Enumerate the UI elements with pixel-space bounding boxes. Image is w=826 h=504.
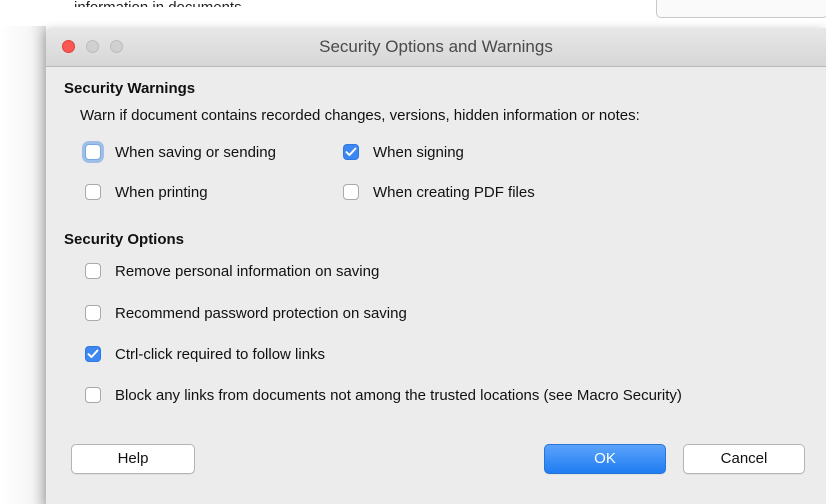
option-label: Block any links from documents not among… bbox=[115, 386, 682, 404]
background-button bbox=[656, 0, 826, 18]
checkbox-ctrl-click-links[interactable] bbox=[85, 346, 101, 362]
option-label: When signing bbox=[373, 143, 464, 161]
option-label: When creating PDF files bbox=[373, 183, 535, 201]
title-bar: Security Options and Warnings bbox=[46, 28, 826, 67]
option-when-creating-pdf-files[interactable]: When creating PDF files bbox=[343, 180, 535, 204]
dialog-title: Security Options and Warnings bbox=[319, 37, 553, 56]
security-options-dialog: Security Options and Warnings Security W… bbox=[46, 28, 826, 504]
background-window-edge bbox=[0, 26, 46, 504]
background-window: information in documents. bbox=[0, 0, 826, 26]
checkbox-recommend-password-protection[interactable] bbox=[85, 305, 101, 321]
option-label: Ctrl-click required to follow links bbox=[115, 345, 326, 363]
warnings-description: Warn if document contains recorded chang… bbox=[80, 107, 640, 124]
option-when-saving-or-sending[interactable]: When saving or sending bbox=[85, 140, 276, 164]
checkbox-remove-personal-information[interactable] bbox=[85, 263, 101, 279]
security-warnings-heading: Security Warnings bbox=[64, 80, 196, 97]
option-label: When printing bbox=[115, 183, 208, 201]
ok-button[interactable]: OK bbox=[544, 444, 666, 474]
option-recommend-password-protection[interactable]: Recommend password protection on saving bbox=[85, 301, 407, 325]
option-label: Recommend password protection on saving bbox=[115, 304, 407, 322]
checkbox-when-printing[interactable] bbox=[85, 184, 101, 200]
help-button[interactable]: Help bbox=[71, 444, 195, 474]
option-block-untrusted-links[interactable]: Block any links from documents not among… bbox=[85, 383, 682, 407]
option-label: Remove personal information on saving bbox=[115, 262, 380, 280]
cancel-button[interactable]: Cancel bbox=[683, 444, 805, 474]
checkbox-when-creating-pdf-files[interactable] bbox=[343, 184, 359, 200]
checkbox-when-saving-or-sending[interactable] bbox=[85, 144, 101, 160]
checkbox-when-signing[interactable] bbox=[343, 144, 359, 160]
checkmark-icon bbox=[87, 349, 99, 358]
option-when-signing[interactable]: When signing bbox=[343, 140, 464, 164]
option-remove-personal-information[interactable]: Remove personal information on saving bbox=[85, 259, 379, 283]
background-text: information in documents. bbox=[74, 0, 246, 16]
option-ctrl-click-links[interactable]: Ctrl-click required to follow links bbox=[85, 342, 325, 366]
option-when-printing[interactable]: When printing bbox=[85, 180, 208, 204]
checkbox-block-untrusted-links[interactable] bbox=[85, 387, 101, 403]
security-options-heading: Security Options bbox=[64, 231, 185, 248]
checkmark-icon bbox=[345, 147, 357, 156]
option-label: When saving or sending bbox=[115, 143, 276, 161]
